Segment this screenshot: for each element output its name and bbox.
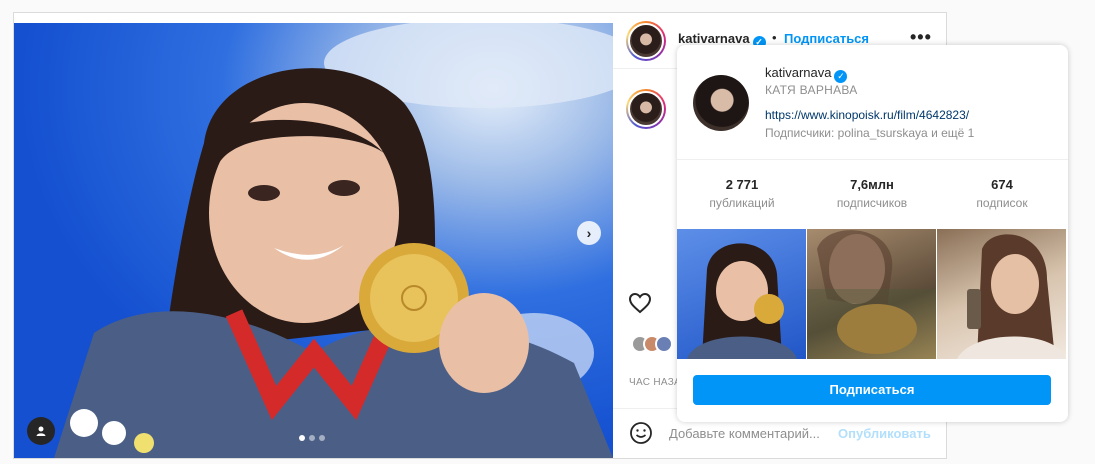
divider [677, 159, 1068, 160]
user-tag-icon [36, 426, 46, 436]
carousel-dot [309, 435, 315, 441]
follow-link[interactable]: Подписаться [784, 31, 869, 46]
popup-username[interactable]: kativarnava ✓ [765, 65, 848, 83]
stat-value: 674 [991, 177, 1013, 192]
heart-icon[interactable] [628, 291, 652, 315]
recent-post-thumbnail[interactable] [677, 229, 806, 359]
stat-label: подписчиков [836, 196, 908, 210]
stat-label: подписок [976, 196, 1028, 210]
liked-by-avatars[interactable] [631, 335, 673, 353]
stat-following: 674 подписок [937, 177, 1067, 210]
next-photo-button[interactable]: › [577, 221, 601, 245]
post-photo[interactable]: › [14, 23, 613, 458]
popup-stats: 2 771 публикаций 7,6млн подписчиков 674 … [677, 177, 1068, 210]
profile-hover-card: kativarnava ✓ КАТЯ ВАРНАВА https://www.ki… [677, 45, 1068, 422]
popup-username-text[interactable]: kativarnava [765, 65, 831, 80]
carousel-dot [319, 435, 325, 441]
popup-bio-link[interactable]: https://www.kinopoisk.ru/film/4642823/ [765, 108, 969, 122]
publish-button[interactable]: Опубликовать [838, 426, 931, 441]
recent-post-thumbnail[interactable] [937, 229, 1066, 359]
popup-avatar[interactable] [693, 75, 749, 131]
post-actions [628, 291, 652, 320]
emoji-icon[interactable] [629, 421, 653, 445]
photo-illustration [54, 23, 613, 458]
stat-value: 7,6млн [850, 177, 894, 192]
stat-followers: 7,6млн подписчиков [807, 177, 937, 210]
comment-input[interactable]: Добавьте комментарий... [669, 426, 820, 441]
chevron-right-icon: › [586, 225, 592, 241]
verified-badge-icon: ✓ [834, 70, 848, 83]
carousel-dot [299, 435, 305, 441]
user-tag-button[interactable] [27, 417, 55, 445]
stat-posts: 2 771 публикаций [677, 177, 807, 210]
carousel-indicator [299, 435, 325, 441]
popup-recent-posts [677, 229, 1068, 359]
popup-full-name: КАТЯ ВАРНАВА [765, 83, 858, 97]
stat-label: публикаций [709, 196, 775, 210]
avatar [655, 335, 673, 353]
author-avatar[interactable] [626, 21, 666, 61]
separator-dot: • [772, 30, 777, 45]
caption-avatar[interactable] [626, 89, 666, 129]
popup-mutual-followers[interactable]: Подписчики: polina_tsurskaya и ещё 1 [765, 126, 974, 140]
author-username-text[interactable]: kativarnava [678, 31, 750, 46]
recent-post-thumbnail[interactable] [807, 229, 936, 359]
stat-value: 2 771 [725, 177, 759, 192]
popup-follow-button[interactable]: Подписаться [693, 375, 1051, 405]
